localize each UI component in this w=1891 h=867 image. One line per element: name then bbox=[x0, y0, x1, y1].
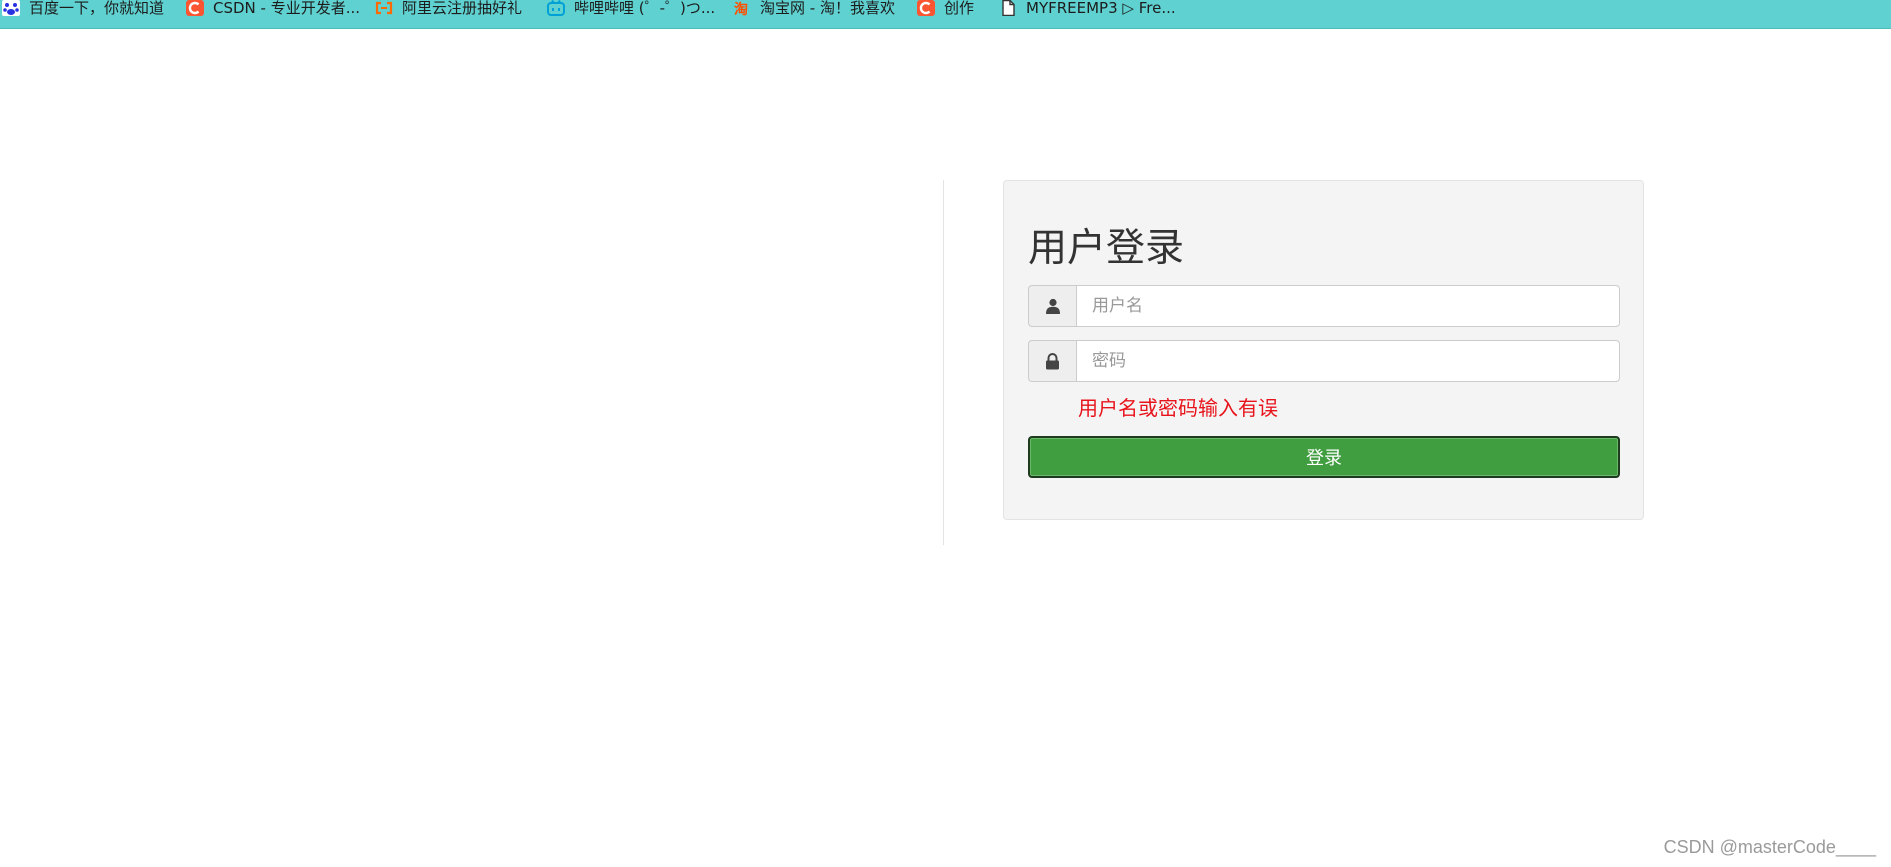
username-input[interactable] bbox=[1076, 285, 1620, 327]
bookmark-myfreemp3[interactable]: MYFREEMP3 ▷ Fre... bbox=[999, 0, 1176, 16]
csdn-logo-icon bbox=[917, 0, 935, 16]
login-panel: 用户登录 用户名或密码输入有误 登录 bbox=[1003, 180, 1644, 520]
baidu-paw-icon bbox=[2, 0, 20, 16]
login-title: 用户登录 bbox=[1028, 226, 1185, 271]
password-input[interactable] bbox=[1076, 340, 1620, 382]
error-message: 用户名或密码输入有误 bbox=[1078, 396, 1278, 420]
watermark: CSDN @masterCode____ bbox=[1663, 837, 1876, 857]
username-input-group bbox=[1028, 285, 1620, 327]
vertical-divider bbox=[943, 180, 944, 545]
bookmark-taobao[interactable]: 淘 淘宝网 - 淘！我喜欢 bbox=[733, 0, 895, 16]
bookmark-label: MYFREEMP3 ▷ Fre... bbox=[1026, 0, 1176, 17]
bookmark-label: 创作 bbox=[944, 0, 975, 17]
bilibili-tv-icon bbox=[547, 0, 565, 16]
bookmark-label: CSDN - 专业开发者... bbox=[213, 0, 361, 17]
bookmark-baidu[interactable]: 百度一下，你就知道 bbox=[2, 0, 164, 16]
bookmark-label: 百度一下，你就知道 bbox=[29, 0, 165, 17]
bookmark-label: 阿里云注册抽好礼 bbox=[402, 0, 523, 17]
aliyun-logo-icon bbox=[375, 0, 393, 16]
bookmark-create[interactable]: 创作 bbox=[917, 0, 974, 16]
page-icon bbox=[999, 0, 1017, 16]
login-button[interactable]: 登录 bbox=[1028, 436, 1620, 478]
bookmarks-bar: 百度一下，你就知道 CSDN - 专业开发者... 阿里云注册抽好礼 哔哩哔哩 … bbox=[0, 0, 1891, 29]
user-icon bbox=[1028, 285, 1076, 327]
svg-text:淘: 淘 bbox=[734, 1, 748, 16]
bookmark-label: 哔哩哔哩 (゜-゜)つ... bbox=[574, 0, 716, 17]
taobao-logo-icon: 淘 bbox=[733, 0, 751, 16]
bookmark-csdn[interactable]: CSDN - 专业开发者... bbox=[186, 0, 360, 16]
lock-icon bbox=[1028, 340, 1076, 382]
bookmark-label: 淘宝网 - 淘！我喜欢 bbox=[760, 0, 895, 17]
bookmark-bilibili[interactable]: 哔哩哔哩 (゜-゜)つ... bbox=[547, 0, 715, 16]
csdn-logo-icon bbox=[186, 0, 204, 16]
bookmark-aliyun[interactable]: 阿里云注册抽好礼 bbox=[375, 0, 522, 16]
password-input-group bbox=[1028, 340, 1620, 382]
